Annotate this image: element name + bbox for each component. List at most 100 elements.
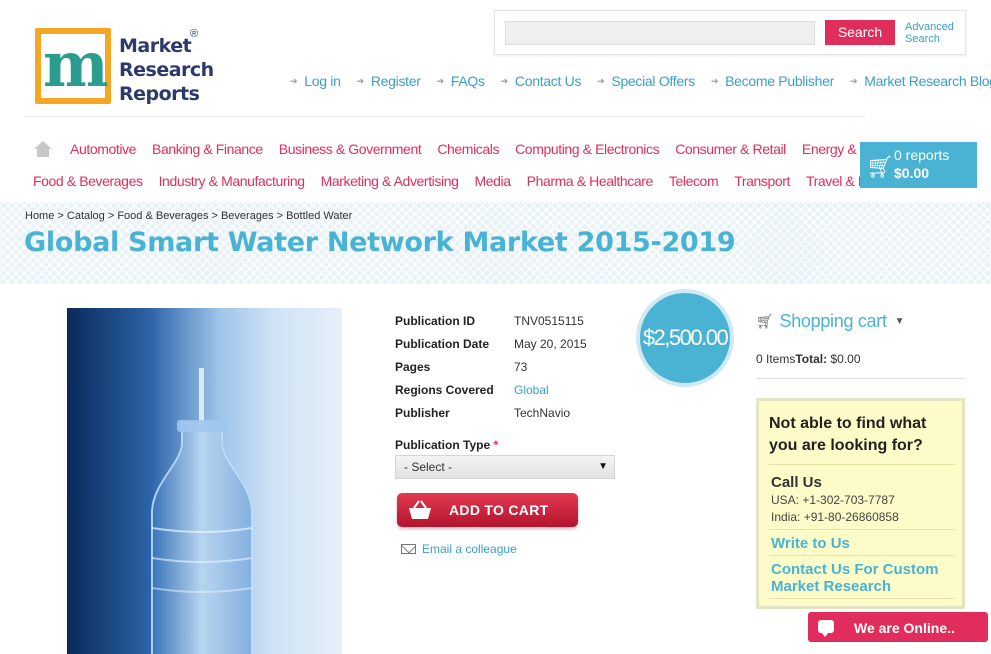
category-media[interactable]: Media — [474, 173, 511, 189]
detail-label: Publication ID — [395, 313, 476, 328]
logo-line-1: Market — [119, 35, 192, 57]
cart-icon: 🛒︎ — [866, 154, 894, 179]
category-computing-electronics[interactable]: Computing & Electronics — [515, 141, 659, 157]
cart-total-label: Total: — [795, 352, 828, 366]
nav-log-in[interactable]: ➔ Log in — [290, 73, 341, 89]
nav-label: Log in — [304, 73, 341, 89]
detail-value: May 20, 2015 — [514, 336, 587, 351]
site-logo[interactable]: m Market Research Reports ® — [35, 28, 225, 108]
header-divider — [25, 116, 865, 117]
detail-row-regions: Regions Covered Global — [395, 378, 587, 401]
write-to-us-link[interactable]: Write to Us — [771, 535, 850, 552]
registered-mark: ® — [190, 28, 199, 40]
shopping-cart-summary: 0 ItemsTotal: $0.00 — [756, 352, 861, 366]
add-to-cart-label: ADD TO CART — [449, 502, 549, 518]
cart-divider — [756, 378, 966, 379]
logo-wordmark: Market Research Reports — [119, 34, 214, 106]
nav-label: Become Publisher — [725, 73, 834, 89]
category-chemicals[interactable]: Chemicals — [437, 141, 499, 157]
nav-label: Contact Us — [514, 73, 582, 89]
title-banner: Home > Catalog > Food & Beverages > Beve… — [0, 202, 991, 284]
email-colleague-link[interactable]: Email a colleague — [401, 542, 517, 556]
arrow-icon: ➔ — [500, 75, 509, 86]
category-food-beverages[interactable]: Food & Beverages — [33, 173, 143, 189]
breadcrumb[interactable]: Home > Catalog > Food & Beverages > Beve… — [25, 210, 352, 222]
shopping-cart-header[interactable]: 🛒︎ Shopping cart ▼ — [756, 311, 905, 332]
category-industry-manufacturing[interactable]: Industry & Manufacturing — [159, 173, 305, 189]
category-nav-row-1: Automotive Banking & Finance Business & … — [34, 141, 917, 157]
page-title: Global Smart Water Network Market 2015-2… — [24, 227, 736, 258]
category-business-government[interactable]: Business & Government — [279, 141, 422, 157]
detail-row-pages: Pages 73 — [395, 355, 587, 378]
help-box: Not able to find what you are looking fo… — [756, 398, 965, 609]
detail-row-publication-id: Publication ID TNV0515115 — [395, 309, 587, 332]
nav-contact-us[interactable]: ➔ Contact Us — [501, 73, 582, 89]
custom-research-link[interactable]: Contact Us For Custom Market Research — [771, 561, 961, 595]
nav-label: Special Offers — [611, 73, 695, 89]
add-to-cart-button[interactable]: ADD TO CART — [397, 493, 578, 527]
detail-label: Publication Date — [395, 336, 490, 351]
category-transport[interactable]: Transport — [734, 173, 790, 189]
required-marker: * — [493, 438, 499, 452]
region-link[interactable]: Global — [514, 383, 549, 397]
cart-total-value: $0.00 — [830, 352, 861, 366]
logo-letter: m — [43, 28, 109, 101]
email-colleague-label: Email a colleague — [422, 542, 517, 556]
publication-type-label: Publication Type * — [395, 438, 498, 452]
advanced-search-line-2: Search — [905, 33, 940, 45]
search-button[interactable]: Search — [825, 20, 895, 45]
arrow-icon: ➔ — [290, 75, 298, 86]
nav-become-publisher[interactable]: ➔ Become Publisher — [711, 73, 834, 89]
category-marketing-advertising[interactable]: Marketing & Advertising — [321, 173, 459, 189]
arrow-icon: ➔ — [597, 75, 605, 86]
detail-value: TNV0515115 — [514, 313, 584, 328]
detail-value: TechNavio — [514, 405, 571, 420]
advanced-search-link[interactable]: Advanced Search — [905, 21, 965, 45]
phone-usa: USA: +1-302-703-7787 — [771, 493, 895, 507]
detail-row-publisher: Publisher TechNavio — [395, 401, 587, 424]
nav-market-research-blog[interactable]: ➔ Market Research Blog — [850, 73, 991, 89]
arrow-icon: ➔ — [356, 75, 365, 86]
detail-value: 73 — [514, 359, 528, 374]
nav-label: FAQs — [450, 73, 485, 89]
shopping-cart-title: Shopping cart — [779, 311, 887, 331]
category-telecom[interactable]: Telecom — [669, 173, 719, 189]
online-chat-button[interactable]: We are Online.. — [808, 612, 988, 642]
help-divider — [769, 555, 955, 556]
help-divider — [769, 464, 955, 465]
nav-register[interactable]: ➔ Register — [357, 73, 421, 89]
chat-label: We are Online.. — [854, 620, 955, 636]
mail-icon — [401, 544, 416, 554]
nav-label: Register — [370, 73, 421, 89]
logo-line-3: Reports — [119, 83, 200, 105]
category-automotive[interactable]: Automotive — [70, 141, 136, 157]
water-bottle-illustration — [151, 368, 253, 654]
product-details: Publication ID TNV0515115 Publication Dat… — [395, 309, 587, 424]
category-banking-finance[interactable]: Banking & Finance — [152, 141, 263, 157]
category-nav-row-2: Food & Beverages Industry & Manufacturin… — [33, 173, 917, 189]
chat-bubble-icon — [818, 620, 834, 637]
cart-items-count: 0 Items — [756, 352, 796, 366]
arrow-icon: ➔ — [710, 75, 719, 86]
call-us-heading: Call Us — [771, 474, 822, 491]
detail-row-publication-date: Publication Date May 20, 2015 — [395, 332, 587, 355]
nav-special-offers[interactable]: ➔ Special Offers — [597, 73, 695, 89]
top-nav: ➔ Log in ➔ Register ➔ FAQs ➔ Contact Us ➔ Spe… — [290, 73, 991, 89]
cart-total: $0.00 — [894, 165, 930, 181]
cart-count: 0 reports — [894, 147, 950, 163]
help-title: Not able to find what you are looking fo… — [769, 415, 927, 454]
category-consumer-retail[interactable]: Consumer & Retail — [675, 141, 786, 157]
header-cart-button[interactable]: 🛒︎ 0 reports $0.00 — [860, 142, 977, 188]
category-pharma-healthcare[interactable]: Pharma & Healthcare — [527, 173, 654, 189]
publication-type-text: Publication Type — [395, 438, 491, 452]
nav-faqs[interactable]: ➔ FAQs — [437, 73, 485, 89]
search-input[interactable] — [505, 21, 815, 45]
advanced-search-line-1: Advanced — [905, 21, 954, 33]
search-panel: Search Advanced Search — [494, 10, 966, 55]
chevron-down-icon: ▼ — [894, 316, 905, 327]
detail-label: Publisher — [395, 405, 450, 420]
basket-icon — [409, 500, 431, 519]
home-icon[interactable] — [34, 141, 52, 157]
help-divider — [769, 529, 955, 530]
publication-type-select[interactable]: - Select - ▼ — [395, 455, 615, 479]
